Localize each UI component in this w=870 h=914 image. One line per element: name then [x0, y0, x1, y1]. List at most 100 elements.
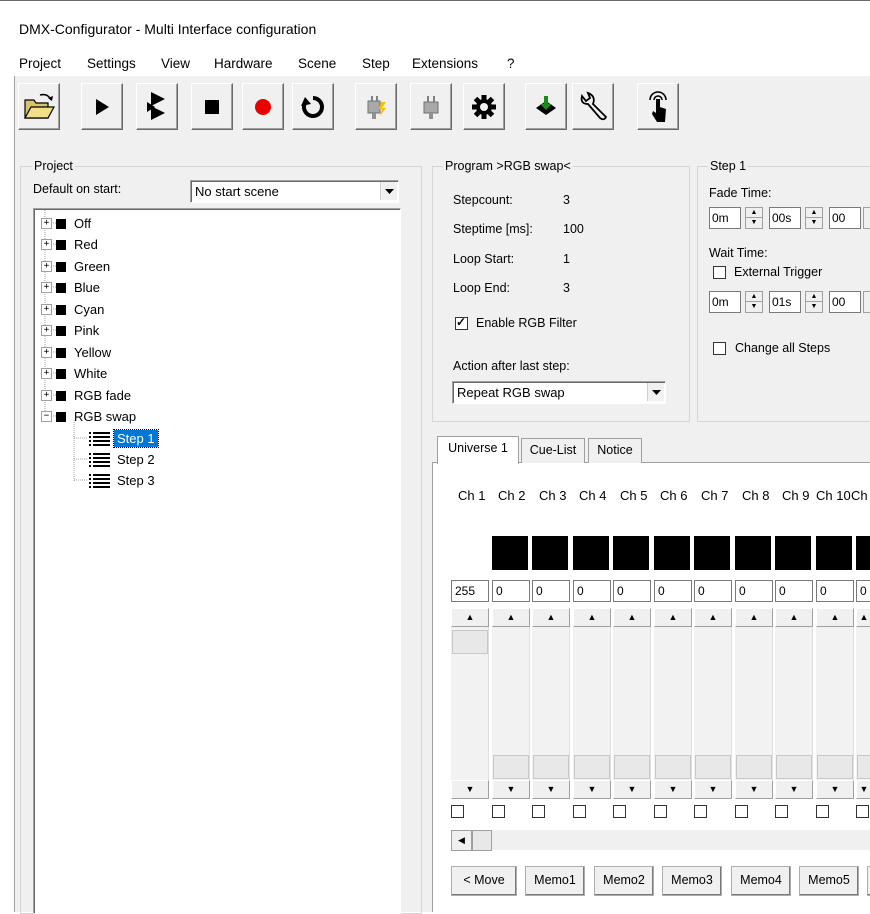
- memo1-button[interactable]: Memo1: [525, 866, 585, 896]
- tree-scene-rgb-swap[interactable]: − RGB swap: [41, 406, 136, 427]
- wait-seconds-input[interactable]: 01s: [769, 291, 801, 313]
- channel-checkbox[interactable]: [573, 805, 586, 818]
- channel-checkbox[interactable]: [654, 805, 667, 818]
- tree-scene-red[interactable]: + Red: [41, 234, 98, 255]
- channel-fader-thumb[interactable]: [736, 755, 772, 779]
- start-scene-select[interactable]: No start scene: [190, 180, 399, 203]
- fader-up-icon[interactable]: ▲: [816, 608, 854, 627]
- menu-extensions[interactable]: Extensions: [412, 56, 478, 71]
- memo2-button[interactable]: Memo2: [594, 866, 654, 896]
- fade-ms-input[interactable]: 00: [829, 207, 861, 229]
- menu-view[interactable]: View: [161, 56, 190, 71]
- channel-fader-thumb[interactable]: [574, 755, 610, 779]
- fader-down-icon[interactable]: ▼: [816, 780, 854, 799]
- fader-up-icon[interactable]: ▲: [775, 608, 813, 627]
- channel-value-input[interactable]: 0: [816, 580, 854, 602]
- fade-minutes-spinner[interactable]: ▲ ▼: [745, 207, 763, 229]
- channel-value-input[interactable]: 0: [856, 580, 870, 602]
- fader-up-icon[interactable]: ▲: [451, 608, 489, 627]
- chevron-down-icon[interactable]: [380, 182, 397, 200]
- channel-checkbox[interactable]: [775, 805, 788, 818]
- tree-scene-green[interactable]: + Green: [41, 256, 110, 277]
- expand-icon[interactable]: +: [41, 218, 52, 229]
- wait-minutes-spinner[interactable]: ▲ ▼: [745, 291, 763, 313]
- tree-scene-off[interactable]: + Off: [41, 213, 91, 234]
- tree-step-3[interactable]: Step 3: [89, 470, 155, 491]
- change-all-steps-checkbox[interactable]: [713, 342, 726, 355]
- channel-value-input[interactable]: 0: [613, 580, 651, 602]
- tree-step-1[interactable]: Step 1: [89, 428, 159, 449]
- channel-value-input[interactable]: 0: [654, 580, 692, 602]
- tab-notice[interactable]: Notice: [588, 438, 642, 463]
- channel-checkbox[interactable]: [856, 805, 869, 818]
- fader-down-icon[interactable]: ▼: [654, 780, 692, 799]
- collapse-icon[interactable]: −: [41, 411, 52, 422]
- channel-fader-thumb[interactable]: [817, 755, 853, 779]
- fade-seconds-input[interactable]: 00s: [769, 207, 801, 229]
- channel-fader-thumb[interactable]: [452, 630, 488, 654]
- open-button[interactable]: [18, 83, 60, 130]
- tree-scene-rgb-fade[interactable]: + RGB fade: [41, 385, 131, 406]
- download-button[interactable]: [525, 83, 567, 130]
- wait-minutes-input[interactable]: 0m: [709, 291, 741, 313]
- record-button[interactable]: [242, 83, 284, 130]
- spin-up-icon[interactable]: ▲: [746, 292, 762, 302]
- channel-value-input[interactable]: 255: [451, 580, 489, 602]
- fade-ms-spinner[interactable]: [863, 207, 870, 229]
- fader-up-icon[interactable]: ▲: [654, 608, 692, 627]
- spin-down-icon[interactable]: ▼: [746, 218, 762, 227]
- menu-project[interactable]: Project: [19, 56, 61, 71]
- menu-help[interactable]: ?: [507, 56, 515, 71]
- stop-button[interactable]: [191, 83, 233, 130]
- channel-value-input[interactable]: 0: [694, 580, 732, 602]
- touch-button[interactable]: [637, 83, 679, 130]
- fader-down-icon[interactable]: ▼: [573, 780, 611, 799]
- expand-icon[interactable]: +: [41, 368, 52, 379]
- channel-value-input[interactable]: 0: [573, 580, 611, 602]
- move-button[interactable]: < Move: [451, 866, 517, 896]
- memo5-button[interactable]: Memo5: [799, 866, 859, 896]
- menu-scene[interactable]: Scene: [298, 56, 336, 71]
- fader-down-icon[interactable]: ▼: [694, 780, 732, 799]
- spin-up-icon[interactable]: ▲: [806, 208, 822, 218]
- play-button[interactable]: [81, 83, 123, 130]
- fader-down-icon[interactable]: ▼: [613, 780, 651, 799]
- channel-fader-thumb[interactable]: [533, 755, 569, 779]
- fader-down-icon[interactable]: ▼: [775, 780, 813, 799]
- expand-icon[interactable]: +: [41, 325, 52, 336]
- channel-checkbox[interactable]: [613, 805, 626, 818]
- fader-up-icon[interactable]: ▲: [856, 608, 870, 627]
- channel-value-input[interactable]: 0: [492, 580, 530, 602]
- wait-ms-spinner[interactable]: [863, 291, 870, 313]
- channel-checkbox[interactable]: [451, 805, 464, 818]
- change-all-steps-label[interactable]: Change all Steps: [735, 341, 830, 355]
- channel-value-input[interactable]: 0: [735, 580, 773, 602]
- channel-fader-thumb[interactable]: [857, 755, 870, 779]
- fader-down-icon[interactable]: ▼: [492, 780, 530, 799]
- menu-step[interactable]: Step: [362, 56, 390, 71]
- tab-universe-1[interactable]: Universe 1: [437, 436, 519, 464]
- channel-checkbox[interactable]: [492, 805, 505, 818]
- channel-checkbox[interactable]: [735, 805, 748, 818]
- spin-down-icon[interactable]: ▼: [806, 218, 822, 227]
- scroll-left-icon[interactable]: ◀: [451, 830, 472, 851]
- channel-fader-thumb[interactable]: [614, 755, 650, 779]
- fader-up-icon[interactable]: ▲: [573, 608, 611, 627]
- fader-up-icon[interactable]: ▲: [613, 608, 651, 627]
- tree-scene-pink[interactable]: + Pink: [41, 320, 99, 341]
- menu-settings[interactable]: Settings: [87, 56, 136, 71]
- tab-cue-list[interactable]: Cue-List: [521, 438, 585, 463]
- expand-icon[interactable]: +: [41, 390, 52, 401]
- scroll-thumb[interactable]: [472, 830, 492, 851]
- channel-fader-thumb[interactable]: [655, 755, 691, 779]
- expand-icon[interactable]: +: [41, 304, 52, 315]
- action-after-select[interactable]: Repeat RGB swap: [452, 381, 666, 404]
- tree-scene-cyan[interactable]: + Cyan: [41, 299, 104, 320]
- channel-value-input[interactable]: 0: [775, 580, 813, 602]
- fade-seconds-spinner[interactable]: ▲ ▼: [805, 207, 823, 229]
- tree-step-2[interactable]: Step 2: [89, 449, 155, 470]
- fader-up-icon[interactable]: ▲: [532, 608, 570, 627]
- disconnect-button[interactable]: [355, 83, 397, 130]
- fader-up-icon[interactable]: ▲: [694, 608, 732, 627]
- fader-down-icon[interactable]: ▼: [856, 780, 870, 799]
